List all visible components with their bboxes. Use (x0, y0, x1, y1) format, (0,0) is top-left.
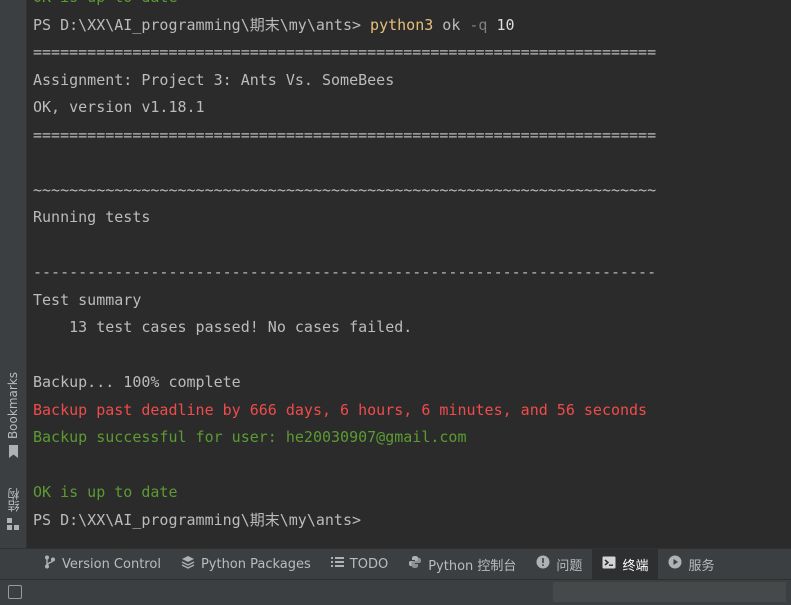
terminal-tab[interactable]: 终端 (592, 548, 659, 580)
terminal-line: 13 test cases passed! No cases failed. (33, 318, 413, 336)
left-tool-strip: Bookmarks 结构 (0, 0, 27, 548)
info-icon (536, 555, 550, 573)
problems-label: 问题 (556, 558, 583, 574)
play-icon (668, 555, 682, 573)
status-bar-segment (553, 582, 786, 602)
python-packages-tab[interactable]: Python Packages (171, 549, 321, 580)
structure-tab[interactable]: 结构 (3, 488, 23, 533)
terminal-output: OK is up to date PS D:\XX\AI_programming… (33, 0, 656, 534)
services-label: 服务 (688, 558, 715, 574)
python-console-tab[interactable]: Python 控制台 (398, 549, 526, 580)
branch-icon (44, 555, 56, 573)
structure-icon (7, 518, 19, 533)
problems-tab[interactable]: 问题 (526, 549, 592, 580)
python-icon (408, 555, 422, 573)
version-control-tab[interactable]: Version Control (34, 549, 171, 580)
toggle-tool-windows-icon[interactable] (8, 585, 22, 599)
bookmarks-label: Bookmarks (6, 372, 20, 440)
terminal-line: Test summary (33, 290, 142, 309)
list-icon (330, 556, 344, 572)
terminal-line: OK is up to date (33, 0, 656, 12)
terminal-icon (602, 556, 616, 573)
prompt: PS D:\XX\AI_programming\期末\my\ants> (33, 15, 362, 34)
terminal-line: ========================================… (33, 43, 657, 61)
terminal-line: Assignment: Project 3: Ants Vs. SomeBees (33, 70, 395, 89)
terminal-panel[interactable]: OK is up to date PS D:\XX\AI_programming… (27, 0, 791, 548)
terminal-line-prompt: PS D:\XX\AI_programming\期末\my\ants> (33, 510, 362, 529)
terminal-line: ----------------------------------------… (33, 263, 657, 281)
command: python3 (370, 15, 434, 34)
terminal-line-success: Backup successful for user: he20030907@g… (33, 428, 467, 446)
bookmark-icon (8, 445, 19, 461)
terminal-label: 终端 (622, 558, 649, 574)
todo-label: TODO (349, 556, 389, 572)
command-number: 10 (496, 15, 515, 34)
command-arg: ok (442, 15, 461, 34)
terminal-line-error: Backup past deadline by 666 days, 6 hour… (33, 400, 648, 419)
terminal-line: Backup... 100% complete (33, 373, 241, 391)
python-console-label: Python 控制台 (428, 558, 517, 574)
services-tab[interactable]: 服务 (658, 549, 724, 580)
structure-label: 结构 (6, 488, 21, 512)
bookmarks-tab[interactable]: Bookmarks (3, 372, 23, 461)
tool-window-bar: Version Control Python Packages TODO Pyt… (0, 548, 791, 580)
python-packages-label: Python Packages (200, 556, 311, 572)
status-bar (0, 579, 791, 605)
terminal-line: Running tests (33, 208, 151, 226)
todo-tab[interactable]: TODO (321, 549, 398, 580)
terminal-line: OK, version v1.18.1 (33, 98, 205, 116)
terminal-line: ~~~~~~~~~~~~~~~~~~~~~~~~~~~~~~~~~~~~~~~~… (33, 180, 657, 199)
terminal-line-command: PS D:\XX\AI_programming\期末\my\ants> pyth… (33, 12, 656, 40)
version-control-label: Version Control (62, 556, 161, 572)
layers-icon (181, 555, 195, 573)
terminal-line: ========================================… (33, 125, 657, 144)
command-flag: -q (469, 15, 488, 34)
terminal-line-success: OK is up to date (33, 483, 178, 501)
